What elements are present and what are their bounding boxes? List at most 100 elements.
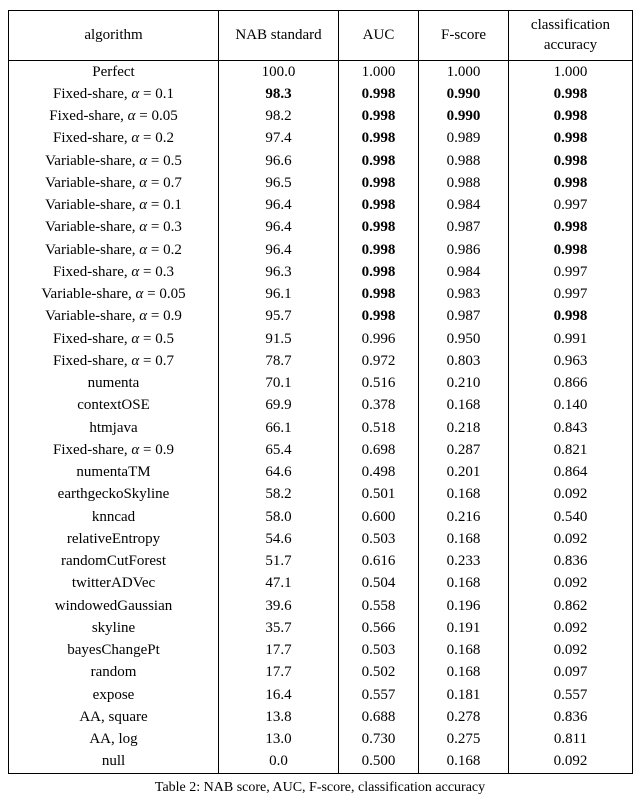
cell-accuracy: 0.092 [509, 572, 633, 594]
alpha-value: 0.9 [155, 442, 174, 458]
cell-nab: 98.2 [219, 105, 339, 127]
cell-fscore: 0.233 [419, 550, 509, 572]
table-row: knncad58.00.6000.2160.540 [9, 506, 633, 528]
table-row: numentaTM64.60.4980.2010.864 [9, 461, 633, 483]
cell-auc: 0.503 [339, 639, 419, 661]
cell-nab: 70.1 [219, 372, 339, 394]
alpha-value: 0.5 [163, 153, 182, 169]
cell-auc: 0.378 [339, 394, 419, 416]
cell-fscore: 0.287 [419, 439, 509, 461]
table-row: windowedGaussian39.60.5580.1960.862 [9, 595, 633, 617]
cell-accuracy: 0.092 [509, 528, 633, 550]
equals-sign: = [135, 108, 151, 124]
cell-fscore: 0.988 [419, 172, 509, 194]
table-row: AA, square13.80.6880.2780.836 [9, 706, 633, 728]
cell-auc: 0.996 [339, 328, 419, 350]
cell-algorithm: knncad [9, 506, 219, 528]
cell-fscore: 0.275 [419, 728, 509, 750]
cell-auc: 0.730 [339, 728, 419, 750]
alg-prefix: Fixed-share, [53, 130, 131, 146]
cell-accuracy: 0.997 [509, 194, 633, 216]
cell-fscore: 0.218 [419, 417, 509, 439]
cell-fscore: 0.216 [419, 506, 509, 528]
cell-algorithm: htmjava [9, 417, 219, 439]
cell-nab: 96.4 [219, 216, 339, 238]
cell-auc: 0.502 [339, 661, 419, 683]
cell-algorithm: randomCutForest [9, 550, 219, 572]
cell-algorithm: windowedGaussian [9, 595, 219, 617]
alg-prefix: Variable-share, [45, 175, 139, 191]
alpha-value: 0.3 [155, 264, 174, 280]
table-row: Fixed-share, α = 0.778.70.9720.8030.963 [9, 350, 633, 372]
cell-auc: 0.998 [339, 127, 419, 149]
cell-nab: 54.6 [219, 528, 339, 550]
cell-fscore: 0.201 [419, 461, 509, 483]
cell-fscore: 0.168 [419, 483, 509, 505]
alg-prefix: Variable-share, [45, 153, 139, 169]
table-row: Variable-share, α = 0.596.60.9980.9880.9… [9, 150, 633, 172]
cell-algorithm: AA, square [9, 706, 219, 728]
cell-auc: 0.998 [339, 83, 419, 105]
cell-accuracy: 0.963 [509, 350, 633, 372]
cell-nab: 58.0 [219, 506, 339, 528]
cell-accuracy: 0.998 [509, 150, 633, 172]
table-header: algorithm NAB standard AUC F-score class… [9, 11, 633, 61]
alpha-value: 0.7 [163, 175, 182, 191]
alg-prefix: Variable-share, [45, 197, 139, 213]
cell-accuracy: 0.998 [509, 305, 633, 327]
alpha-value: 0.05 [159, 286, 185, 302]
cell-fscore: 0.983 [419, 283, 509, 305]
table-row: expose16.40.5570.1810.557 [9, 684, 633, 706]
cell-auc: 0.518 [339, 417, 419, 439]
table-row: bayesChangePt17.70.5030.1680.092 [9, 639, 633, 661]
cell-accuracy: 0.998 [509, 83, 633, 105]
cell-algorithm: bayesChangePt [9, 639, 219, 661]
cell-algorithm: Fixed-share, α = 0.05 [9, 105, 219, 127]
cell-nab: 95.7 [219, 305, 339, 327]
cell-nab: 98.3 [219, 83, 339, 105]
cell-auc: 1.000 [339, 60, 419, 83]
table-row: twitterADVec47.10.5040.1680.092 [9, 572, 633, 594]
col-fscore-label: F-score [425, 25, 502, 45]
cell-accuracy: 0.862 [509, 595, 633, 617]
table-row: random17.70.5020.1680.097 [9, 661, 633, 683]
cell-algorithm: Variable-share, α = 0.9 [9, 305, 219, 327]
cell-nab: 35.7 [219, 617, 339, 639]
cell-fscore: 0.168 [419, 394, 509, 416]
cell-algorithm: Variable-share, α = 0.05 [9, 283, 219, 305]
col-accuracy-label-2: accuracy [515, 35, 626, 55]
alg-prefix: Variable-share, [41, 286, 135, 302]
table-row: null0.00.5000.1680.092 [9, 750, 633, 773]
alpha-value: 0.3 [163, 219, 182, 235]
cell-fscore: 0.986 [419, 239, 509, 261]
equals-sign: = [147, 308, 163, 324]
cell-algorithm: Fixed-share, α = 0.1 [9, 83, 219, 105]
cell-accuracy: 0.092 [509, 639, 633, 661]
cell-accuracy: 0.998 [509, 105, 633, 127]
cell-fscore: 0.803 [419, 350, 509, 372]
cell-accuracy: 0.843 [509, 417, 633, 439]
alpha-value: 0.1 [163, 197, 182, 213]
cell-fscore: 0.168 [419, 528, 509, 550]
alpha-symbol: α [139, 242, 147, 258]
cell-algorithm: skyline [9, 617, 219, 639]
cell-auc: 0.698 [339, 439, 419, 461]
alpha-symbol: α [139, 219, 147, 235]
cell-accuracy: 0.864 [509, 461, 633, 483]
alg-prefix: Variable-share, [45, 219, 139, 235]
results-table: algorithm NAB standard AUC F-score class… [8, 10, 633, 774]
cell-accuracy: 1.000 [509, 60, 633, 83]
equals-sign: = [147, 219, 163, 235]
cell-fscore: 0.181 [419, 684, 509, 706]
table-row: Variable-share, α = 0.796.50.9980.9880.9… [9, 172, 633, 194]
table-row: Fixed-share, α = 0.0598.20.9980.9900.998 [9, 105, 633, 127]
cell-algorithm: expose [9, 684, 219, 706]
col-algorithm-label: algorithm [15, 25, 212, 45]
cell-algorithm: Variable-share, α = 0.3 [9, 216, 219, 238]
cell-algorithm: random [9, 661, 219, 683]
cell-fscore: 0.210 [419, 372, 509, 394]
table-row: Perfect100.01.0001.0001.000 [9, 60, 633, 83]
cell-algorithm: numentaTM [9, 461, 219, 483]
equals-sign: = [139, 86, 155, 102]
cell-nab: 16.4 [219, 684, 339, 706]
